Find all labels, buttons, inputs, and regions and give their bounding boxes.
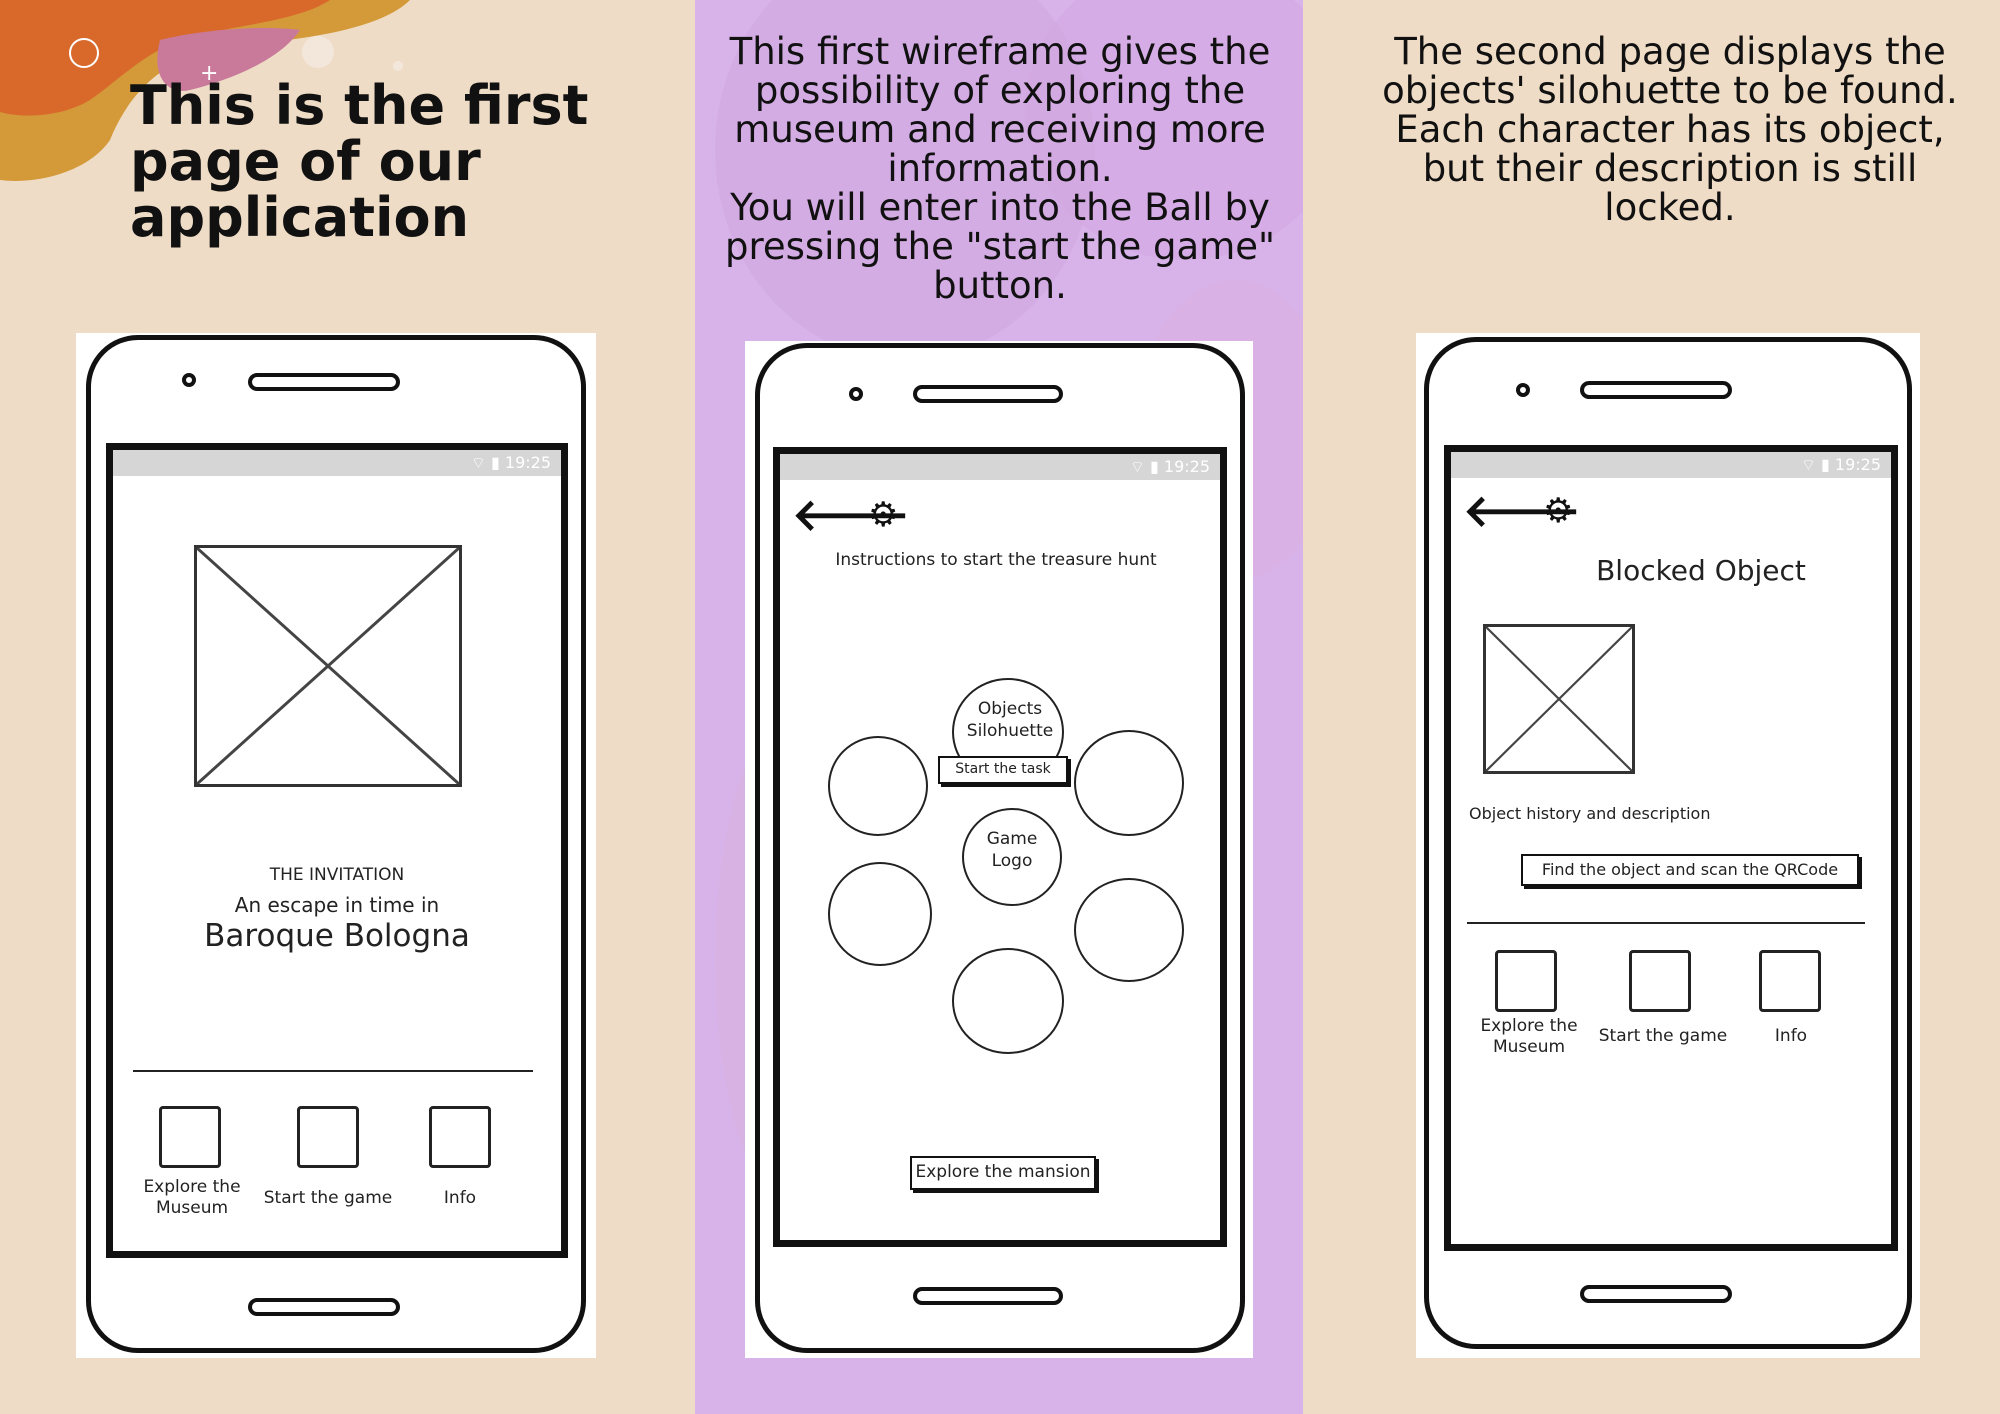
character-circle[interactable] — [828, 736, 928, 836]
status-time: 19:25 — [504, 453, 551, 472]
object-history-text: Object history and description — [1469, 804, 1711, 823]
character-circle[interactable] — [1074, 878, 1184, 982]
objects-silhouette-label: Objects Silohuette — [966, 699, 1054, 741]
phone-screen: ⌔ ▮ 19:25 🡐 ⚙ Blocked Object Object hist… — [1444, 445, 1898, 1251]
phone-screen: ⌔ ▮ 19:25 THE INVITATION An escape in ti… — [106, 443, 568, 1258]
invitation-label: THE INVITATION — [269, 865, 405, 885]
home-bar — [913, 1287, 1063, 1305]
phone-mockup-blocked-object: ⌔ ▮ 19:25 🡐 ⚙ Blocked Object Object hist… — [1416, 333, 1920, 1358]
gear-icon[interactable]: ⚙ — [868, 498, 898, 532]
nav-info-label[interactable]: Info — [420, 1188, 500, 1209]
game-logo-circle: Game Logo — [962, 808, 1062, 906]
nav-explore-label[interactable]: Explore the Museum — [1467, 1016, 1591, 1058]
nav-explore-label[interactable]: Explore the Museum — [130, 1177, 254, 1219]
nav-divider — [1467, 922, 1865, 924]
page-headline: This is the first page of our applicatio… — [130, 74, 589, 249]
character-circle[interactable] — [952, 948, 1064, 1054]
nav-info-label[interactable]: Info — [1751, 1026, 1831, 1047]
invitation-subtitle: An escape in time in — [234, 893, 440, 917]
nav-start-icon[interactable] — [297, 1106, 359, 1168]
invitation-city: Baroque Bologna — [204, 918, 470, 954]
status-icons: ⌔ ▮ 19:25 — [470, 453, 551, 472]
home-bar — [1580, 1285, 1732, 1303]
nav-start-label[interactable]: Start the game — [1593, 1026, 1733, 1047]
phone-screen: ⌔ ▮ 19:25 🡐 ⚙ Instructions to start the … — [773, 447, 1227, 1247]
game-logo-label: Game Logo — [986, 829, 1038, 871]
nav-explore-icon[interactable] — [159, 1106, 221, 1168]
middle-description: This first wireframe gives the possibili… — [724, 30, 1276, 307]
nav-start-icon[interactable] — [1629, 950, 1691, 1012]
status-icons: ⌔ ▮ 19:25 — [1800, 455, 1881, 474]
nav-divider — [133, 1070, 533, 1072]
status-bar: ⌔ ▮ 19:25 — [1451, 452, 1891, 478]
phone-mockup-home: ⌔ ▮ 19:25 THE INVITATION An escape in ti… — [76, 333, 596, 1358]
status-bar: ⌔ ▮ 19:25 — [113, 450, 561, 476]
status-time: 19:25 — [1834, 455, 1881, 474]
nav-info-icon[interactable] — [1759, 950, 1821, 1012]
blocked-object-heading: Blocked Object — [1596, 554, 1806, 587]
instructions-text: Instructions to start the treasure hunt — [835, 550, 1157, 570]
nav-start-label[interactable]: Start the game — [258, 1188, 398, 1209]
character-circle[interactable] — [828, 862, 932, 966]
nav-info-icon[interactable] — [429, 1106, 491, 1168]
status-time: 19:25 — [1163, 457, 1210, 476]
speaker-grille — [913, 385, 1063, 403]
image-placeholder-icon — [194, 545, 462, 787]
gear-icon[interactable]: ⚙ — [1543, 494, 1573, 528]
nav-explore-icon[interactable] — [1495, 950, 1557, 1012]
speaker-grille — [248, 373, 400, 391]
home-bar — [248, 1298, 400, 1316]
camera-icon — [1516, 383, 1530, 397]
camera-icon — [849, 387, 863, 401]
status-icons: ⌔ ▮ 19:25 — [1129, 457, 1210, 476]
scan-qrcode-button[interactable]: Find the object and scan the QRCode — [1521, 854, 1859, 886]
status-bar: ⌔ ▮ 19:25 — [780, 454, 1220, 480]
start-task-button[interactable]: Start the task — [938, 756, 1068, 784]
image-placeholder-icon — [1483, 624, 1635, 774]
phone-mockup-hunt: ⌔ ▮ 19:25 🡐 ⚙ Instructions to start the … — [745, 341, 1253, 1358]
speaker-grille — [1580, 381, 1732, 399]
right-description: The second page displays the objects' si… — [1382, 30, 1958, 229]
explore-mansion-button[interactable]: Explore the mansion — [910, 1156, 1096, 1190]
camera-icon — [182, 373, 196, 387]
character-circle[interactable] — [1074, 730, 1184, 836]
